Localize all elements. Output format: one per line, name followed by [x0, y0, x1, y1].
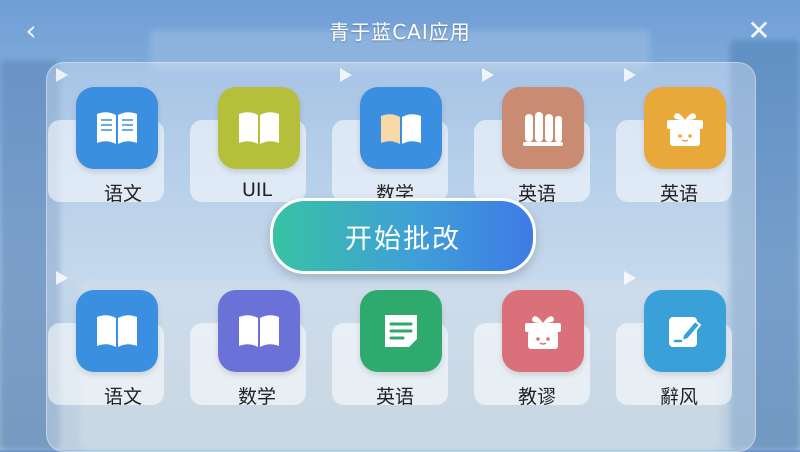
app-label: 语文 — [103, 386, 142, 408]
app-tile — [644, 290, 726, 372]
play-icon — [482, 68, 494, 82]
gift-box-icon — [525, 316, 561, 349]
app-tile — [76, 87, 158, 169]
note-icon — [385, 315, 417, 347]
app-item-math[interactable]: 数学 — [332, 62, 452, 207]
play-icon — [624, 271, 636, 285]
app-item-chinese[interactable]: 语文 — [48, 62, 168, 207]
app-label: 英语 — [659, 183, 698, 205]
app-item-english-2[interactable]: 英语 — [616, 62, 736, 207]
open-book-icon — [239, 112, 279, 144]
app-item-education[interactable]: 教谬 — [474, 265, 594, 410]
close-button[interactable]: ✕ — [742, 14, 776, 48]
app-tile — [360, 290, 442, 372]
top-bar: ‹ 青于蓝CAI应用 ✕ — [0, 0, 800, 62]
app-item-uil[interactable]: UIL — [190, 62, 310, 207]
play-icon — [56, 68, 68, 82]
app-tile — [76, 290, 158, 372]
app-label: 教谬 — [517, 386, 556, 408]
app-tile — [218, 87, 300, 169]
app-item-chinese-2[interactable]: 语文 — [48, 265, 168, 410]
app-item-english-3[interactable]: 英语 — [332, 265, 452, 410]
app-label: 英语 — [375, 386, 414, 408]
page-title: 青于蓝CAI应用 — [329, 20, 471, 44]
open-book-icon — [381, 114, 421, 144]
app-item-english[interactable]: 英语 — [474, 62, 594, 207]
app-label: 辭风 — [659, 386, 698, 408]
app-tile — [502, 87, 584, 169]
app-tile — [218, 290, 300, 372]
app-tile — [360, 87, 442, 169]
start-grading-button[interactable]: 开始批改 — [270, 198, 536, 274]
gift-box-icon — [667, 113, 703, 146]
app-tile — [502, 290, 584, 372]
play-icon — [340, 68, 352, 82]
open-book-icon — [239, 315, 279, 347]
open-book-icon — [97, 112, 137, 144]
app-item-math-2[interactable]: 数学 — [190, 265, 310, 410]
open-book-icon — [97, 315, 137, 347]
close-icon: ✕ — [747, 14, 771, 47]
app-label: 数学 — [237, 386, 276, 408]
play-icon — [56, 271, 68, 285]
scrolls-icon — [523, 112, 563, 146]
app-tile — [644, 87, 726, 169]
play-icon — [624, 68, 636, 82]
edit-icon — [669, 317, 702, 347]
app-label: 语文 — [103, 183, 142, 205]
app-item-style[interactable]: 辭风 — [616, 265, 736, 410]
